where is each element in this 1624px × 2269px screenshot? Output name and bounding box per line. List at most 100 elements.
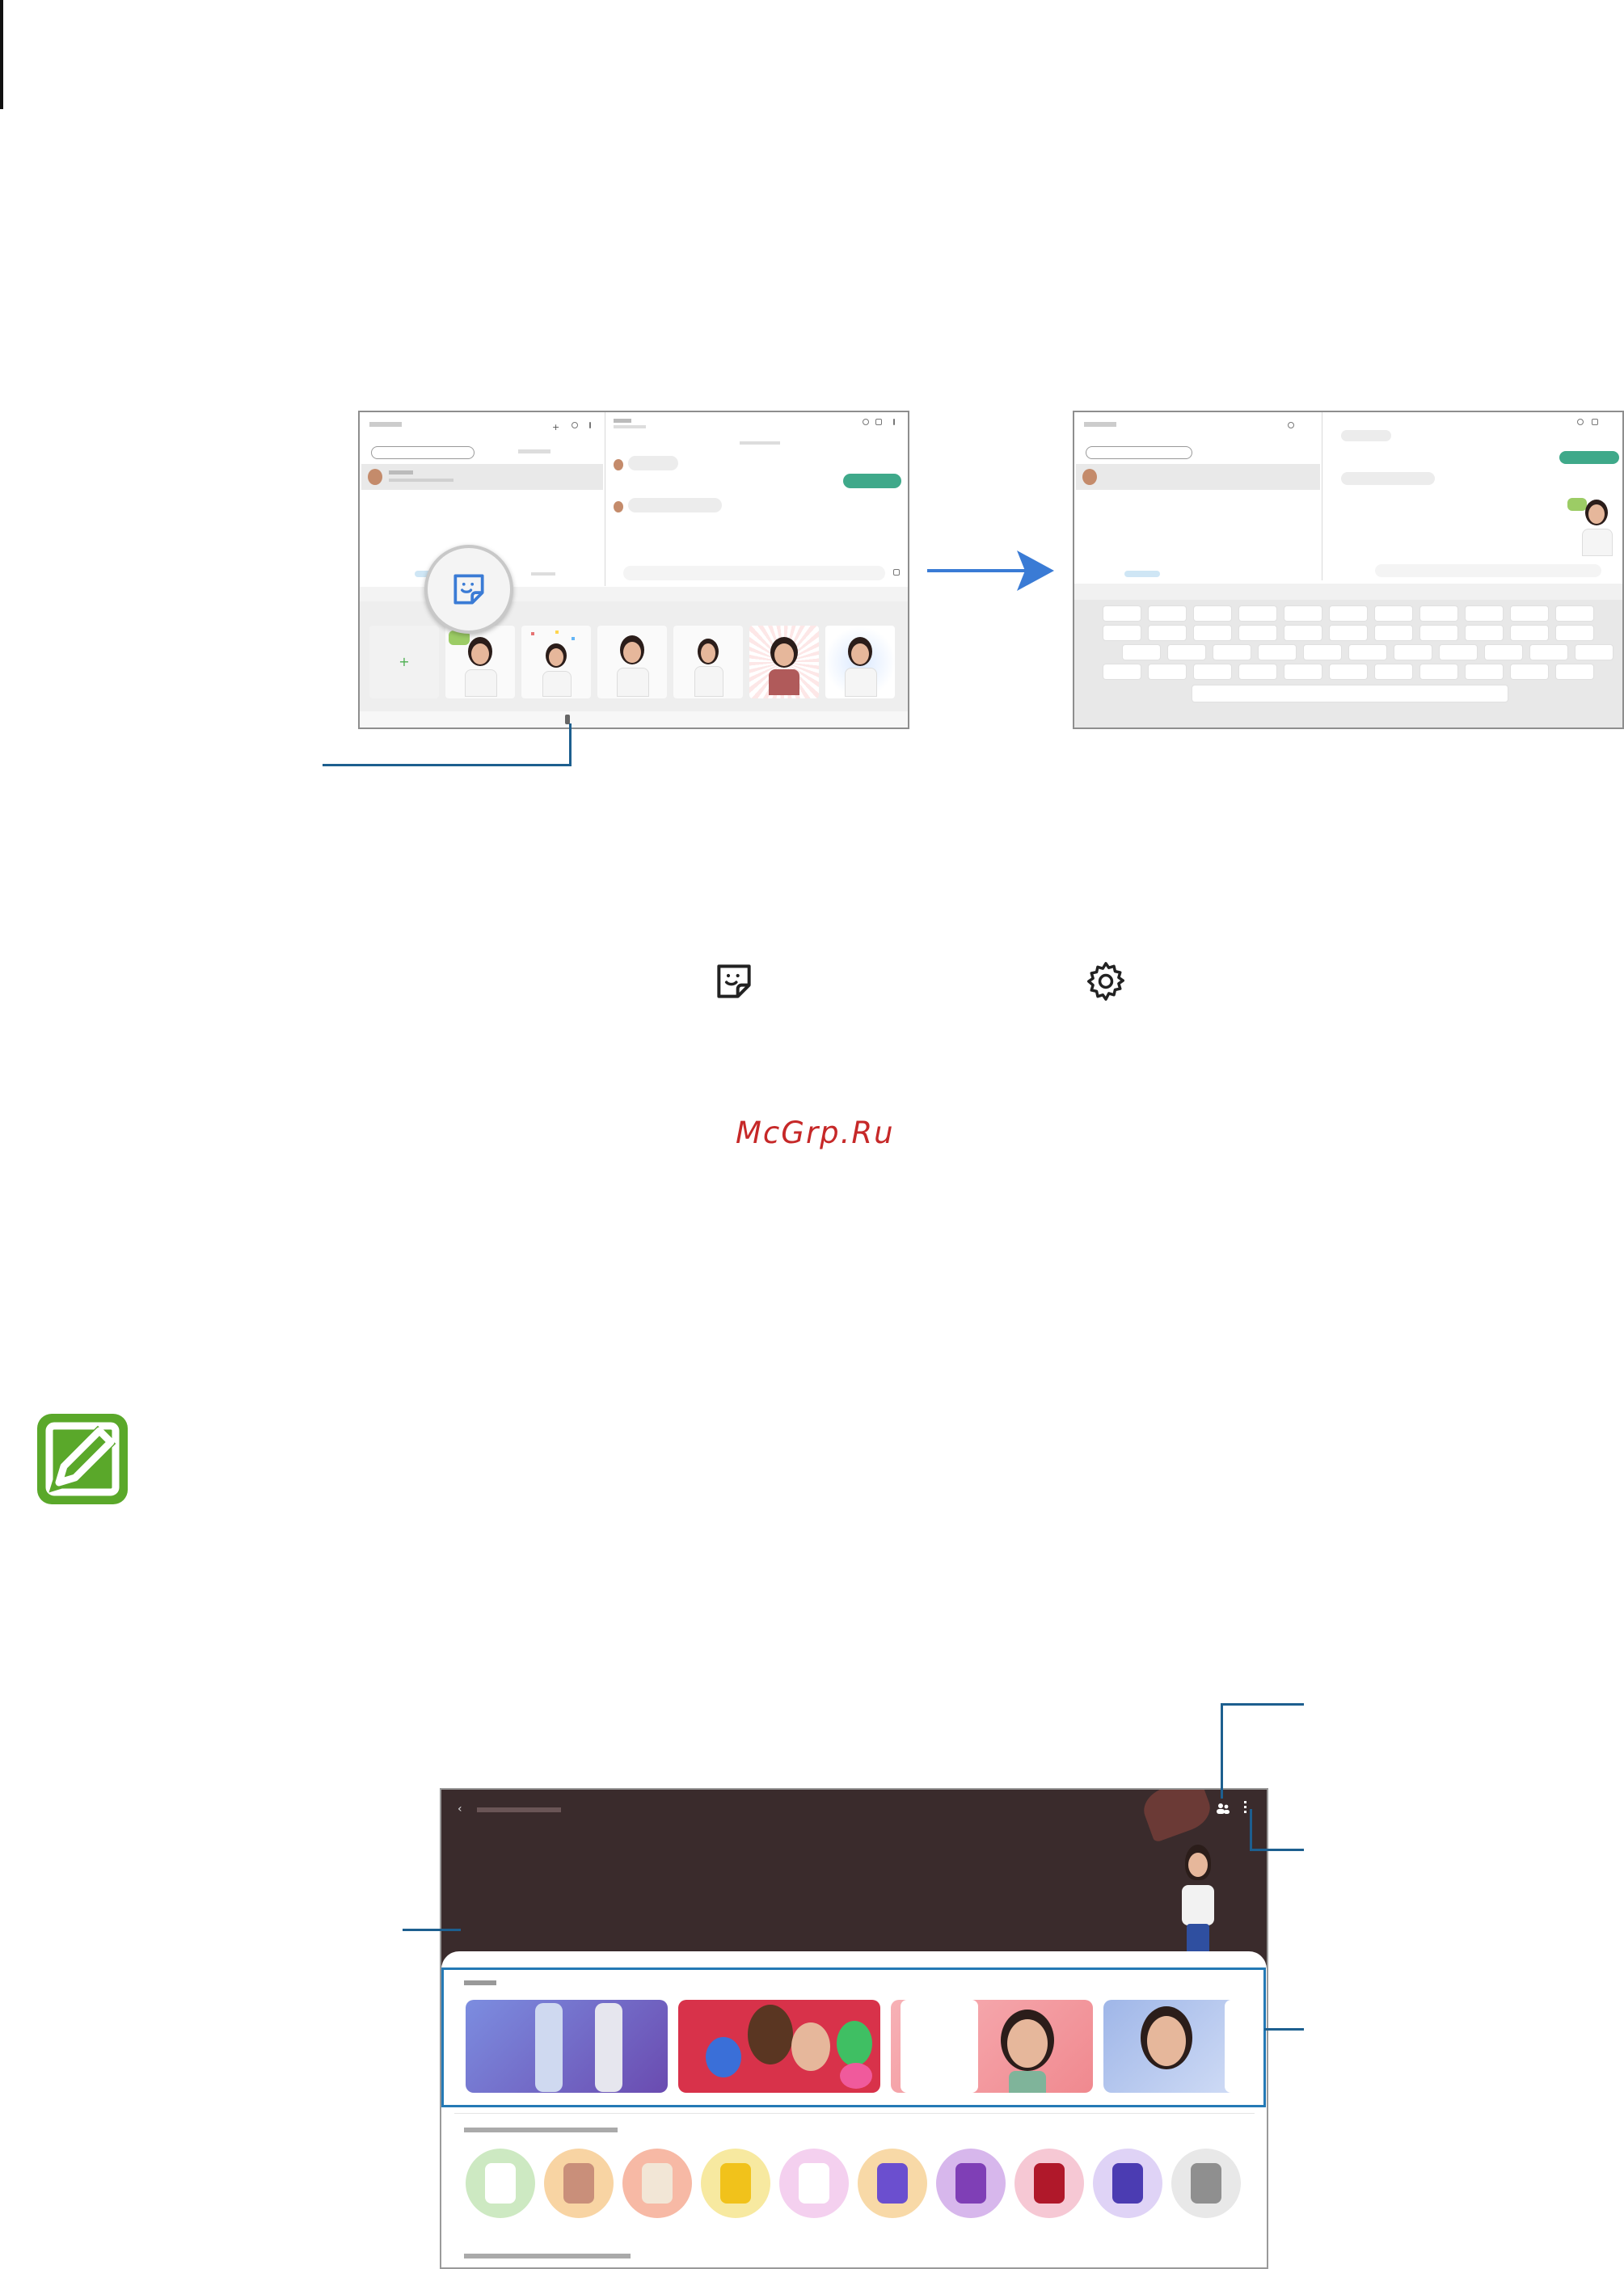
clothing-item-thumbnail <box>1034 2163 1065 2204</box>
tab-all-pill <box>371 446 475 459</box>
keyboard-key <box>1239 606 1276 621</box>
call-icon <box>863 419 869 425</box>
section-divider <box>454 2113 1255 2114</box>
sticker-tile-4 <box>673 626 743 698</box>
incoming-bubble-2 <box>628 498 722 512</box>
send-icon <box>893 569 900 576</box>
keyboard-key <box>1259 645 1296 660</box>
keyboard-key <box>1304 645 1341 660</box>
more-icon <box>1244 1801 1246 1814</box>
sticker-icon <box>453 574 484 605</box>
clothing-item-thumbnail <box>1112 2163 1143 2204</box>
keyboard-key <box>1511 606 1548 621</box>
tab-other-placeholder <box>518 449 550 453</box>
sticker-category-circle <box>936 2149 1006 2218</box>
contact-avatar <box>368 469 382 485</box>
add-icon: + <box>552 422 560 432</box>
keyboard-key <box>1284 626 1322 640</box>
sticker-category-circle <box>544 2149 614 2218</box>
keyboard-key <box>1149 626 1186 640</box>
incoming-bubble-2 <box>1341 472 1435 485</box>
sticker-tile-1 <box>445 626 515 698</box>
back-icon: ‹ <box>458 1803 462 1816</box>
app-title-placeholder <box>369 422 402 427</box>
ar-emoji-studio-screenshot: ‹ <box>440 1788 1268 2269</box>
callout-more-v <box>1250 1809 1252 1851</box>
keyboard-key <box>1194 626 1231 640</box>
tab-all-pill <box>1086 446 1192 459</box>
keyboard-key <box>1556 664 1593 679</box>
note-pen-icon <box>37 1414 128 1504</box>
keyboard-key <box>1194 606 1231 621</box>
keyboard-key <box>1420 626 1457 640</box>
keyboard-key <box>1394 645 1432 660</box>
incoming-bubble-1 <box>628 456 678 470</box>
callout-people-h <box>1221 1703 1304 1706</box>
call-icon <box>1577 419 1584 425</box>
date-stamp-placeholder <box>740 441 780 445</box>
add-sticker-tile: + <box>369 626 439 698</box>
search-icon <box>1288 422 1294 428</box>
try-stickers-heading-placeholder <box>464 2254 631 2258</box>
keyboard-key <box>1239 664 1276 679</box>
clothing-item-thumbnail <box>485 2163 516 2204</box>
compose-hint-placeholder <box>531 572 555 576</box>
callout-line-h <box>323 764 571 766</box>
keyboard-key <box>1511 664 1548 679</box>
sticker-category-circle <box>779 2149 849 2218</box>
keyboard-key <box>1103 626 1141 640</box>
watermark: McGrp.Ru <box>736 1116 895 1150</box>
keyboard-key <box>1349 645 1386 660</box>
chat-subtitle-placeholder <box>614 425 646 428</box>
keyboard-key <box>1194 664 1231 679</box>
search-icon <box>572 422 578 428</box>
callout-people-v <box>1221 1703 1223 1799</box>
keyboard-key <box>1213 645 1251 660</box>
callout-more-h <box>1251 1849 1304 1851</box>
clothing-item-thumbnail <box>563 2163 594 2204</box>
video-icon <box>875 419 882 425</box>
callout-name-h <box>403 1929 461 1931</box>
keyboard-key <box>1149 606 1186 621</box>
keyboard-toolbar <box>1074 584 1622 600</box>
clothing-item-thumbnail <box>955 2163 986 2204</box>
callout-line-v <box>569 723 572 766</box>
people-icon <box>1217 1803 1230 1814</box>
compose-hint-pill <box>1124 571 1160 577</box>
keyboard-toolbar <box>360 711 908 728</box>
chat-more-icon <box>893 419 895 425</box>
incoming-bubble-1 <box>1341 430 1391 441</box>
keyboard-key <box>1330 626 1367 640</box>
incoming-avatar <box>614 459 623 470</box>
keyboard-key <box>1284 606 1322 621</box>
keyboard-key <box>1440 645 1477 660</box>
messages-sticker-screenshot: + + <box>358 411 909 729</box>
sticker-tile-6 <box>825 626 895 698</box>
chat-title-placeholder <box>614 419 631 423</box>
clothing-item-thumbnail <box>642 2163 673 2204</box>
whats-new-highlight <box>441 1967 1266 2107</box>
gear-icon <box>1087 962 1124 1001</box>
sticker-button-magnifier <box>424 545 513 634</box>
messages-keyboard-screenshot <box>1073 411 1624 729</box>
keyboard-key <box>1103 606 1141 621</box>
sticker-category-circle <box>1093 2149 1162 2218</box>
contact-avatar <box>1082 469 1097 485</box>
sticker-tile-5 <box>749 626 819 698</box>
keyboard-key <box>1375 626 1412 640</box>
clothing-item-thumbnail <box>877 2163 908 2204</box>
contact-name-placeholder <box>389 470 413 474</box>
keyboard-key <box>1511 626 1548 640</box>
sticker-category-circle <box>622 2149 692 2218</box>
sticker-category-circle <box>858 2149 927 2218</box>
keyboard-key <box>1575 645 1613 660</box>
keyboard-key <box>1556 626 1593 640</box>
keyboard-key <box>1556 606 1593 621</box>
contact-preview-placeholder <box>389 479 453 482</box>
design-stickers-heading-placeholder <box>464 2128 618 2132</box>
message-input <box>623 566 885 580</box>
sticker-category-circle <box>701 2149 770 2218</box>
flow-arrow-head-icon <box>1017 550 1054 591</box>
keyboard-space-key <box>1192 685 1508 702</box>
keyboard-key <box>1420 606 1457 621</box>
